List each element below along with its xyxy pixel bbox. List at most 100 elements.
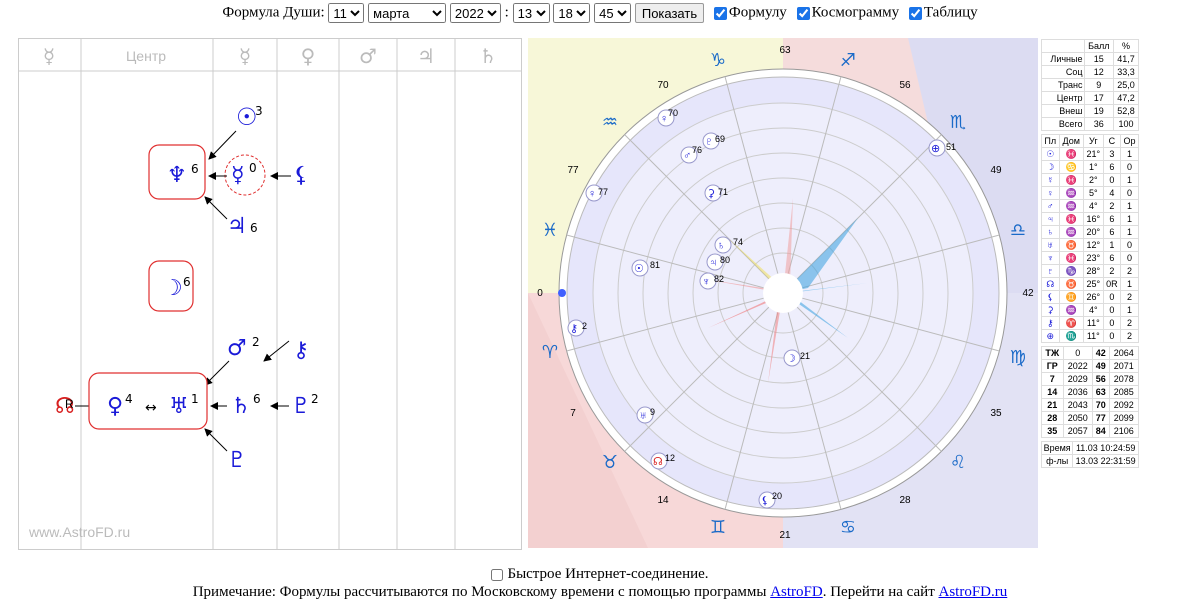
moon-icon: ☽ xyxy=(163,276,183,301)
planet-label-2: 2 xyxy=(582,321,587,331)
table-row: Время 11.03 10:24:59 xyxy=(1040,441,1139,455)
planet-label-70: 70 xyxy=(668,108,678,118)
astrofd-site-link[interactable]: AstroFD.ru xyxy=(939,584,1008,600)
uranus-number: 1 xyxy=(191,392,199,406)
formula-checkbox-label: Формулу xyxy=(728,4,787,21)
saturn-column-icon: ♄ xyxy=(479,44,497,68)
node-chart-icon: ☊ xyxy=(653,456,663,468)
table-row: ♆ ♓ 23° 6 0 xyxy=(1041,251,1139,265)
neptune-number: 6 xyxy=(191,162,199,176)
column-header-row xyxy=(19,39,521,549)
watermark: www.AstroFD.ru xyxy=(28,524,130,540)
table-row: ☉ ♓ 21° 3 1 xyxy=(1041,147,1139,161)
minute-select[interactable]: 18 xyxy=(553,3,591,23)
table-row: ♂ ♒ 4° 2 1 xyxy=(1041,199,1139,213)
note-text: Примечание: Формулы рассчитываются по Мо… xyxy=(192,584,771,600)
formula-checkbox[interactable] xyxy=(713,6,727,20)
mars-icon: ♂ xyxy=(227,336,247,361)
planet-label-21: 21 xyxy=(800,351,810,361)
degree-label-28: 28 xyxy=(899,495,911,506)
table-row: ♃ ♓ 16° 6 1 xyxy=(1041,212,1139,226)
sun-chart-icon: ☉ xyxy=(634,263,644,275)
saturn-number: 6 xyxy=(253,392,261,406)
cosmogram-checkbox[interactable] xyxy=(796,6,810,20)
degree-label-49: 49 xyxy=(990,165,1002,176)
planet-label-51: 51 xyxy=(946,142,956,152)
chiron-icon: ⚷ xyxy=(293,338,309,363)
planet-label-71: 71 xyxy=(718,187,728,197)
soul-formula-panel: ☿ Центр ☿ ♀ ♂ ♃ ♄ ☉ 3 ♆ 6 ☿ 0 ⚸ ♃ 6 ☽ 6 … xyxy=(18,38,522,550)
chiron-chart-icon: ⚷ xyxy=(570,323,578,335)
table-row: ⊕ ♏ 11° 0 2 xyxy=(1041,329,1139,343)
gemini-icon: ♊ xyxy=(710,517,726,538)
jupiter-chart-icon: ♃ xyxy=(709,257,717,269)
leo-icon: ♌ xyxy=(950,452,966,473)
table-row: 35 2057 84 2106 xyxy=(1041,424,1140,438)
node-retrograde: R xyxy=(65,397,74,411)
planet-label-9: 9 xyxy=(650,407,655,417)
planet-label-69: 69 xyxy=(715,134,725,144)
lilith-chart-icon: ⚸ xyxy=(761,495,769,507)
planet-label-12: 12 xyxy=(665,453,675,463)
table-row: ♅ ♉ 12° 1 0 xyxy=(1041,238,1139,252)
fast-connection-checkbox[interactable] xyxy=(491,568,504,581)
pluto-icon-2: ♇ xyxy=(227,448,247,473)
table-row: ♀ ♒ 5° 4 0 xyxy=(1041,186,1139,200)
planet-label-77: 77 xyxy=(598,187,608,197)
uranus-chart-icon: ♅ xyxy=(639,410,647,422)
score-table: Балл% Личные 15 41,7 Соц 12 33,3 Транс 9 25,0 … xyxy=(1041,39,1139,131)
degree-label-63: 63 xyxy=(779,45,791,56)
table-row: Внеш 19 52,8 xyxy=(1041,104,1139,118)
fast-connection-row: Быстрое Интернет-соединение. xyxy=(0,566,1200,583)
scorpio-icon: ♏ xyxy=(950,112,966,133)
planet-table: Пл Дом Уг С Ор ☉ ♓ 21° 3 1 ☽ ♋ 1° 6 0 ☿ ♓ 2° 0 1 ♀ ♒ 5° 4 0 ♂ ♒ 4° 2… xyxy=(1041,134,1139,343)
show-button[interactable]: Показать xyxy=(634,3,705,23)
saturn-chart-icon: ♄ xyxy=(717,240,725,252)
table-row: ♇ ♑ 28° 2 2 xyxy=(1041,264,1139,278)
table-row: 14 2036 63 2085 xyxy=(1041,385,1140,399)
moon-number: 6 xyxy=(183,275,191,289)
mercury-icon: ☿ xyxy=(231,163,245,188)
aries-icon: ♈ xyxy=(542,342,558,363)
libra-icon: ♎ xyxy=(1010,220,1026,241)
mercury-column-icon-2: ☿ xyxy=(239,44,251,68)
table-row: ☽ ♋ 1° 6 0 xyxy=(1041,160,1139,174)
jupiter-number: 6 xyxy=(250,221,258,235)
cosmogram-checkbox-label: Космограмму xyxy=(811,4,900,21)
time-table: Время 11.03 10:24:59 ф-лы 13.03 22:31:59 xyxy=(1040,441,1139,468)
second-select[interactable]: 45 xyxy=(594,3,632,23)
table-row: ф-лы 13.03 22:31:59 xyxy=(1040,454,1139,468)
table-row: ♄ ♒ 20° 6 1 xyxy=(1041,225,1139,239)
degree-label-42: 42 xyxy=(1022,288,1034,299)
pisces-icon: ♓ xyxy=(542,220,558,241)
planet-label-76: 76 xyxy=(692,145,702,155)
table-row: ⚸ ♊ 26° 0 2 xyxy=(1041,290,1139,304)
vesta-chart-icon: ⚳ xyxy=(707,188,715,200)
venus-number: 4 xyxy=(125,392,133,406)
control-bar: Формула Души: 11 марта 2022 : 13 18 45 П… xyxy=(0,3,1200,23)
degree-label-7: 7 xyxy=(570,408,576,419)
table-row: Соц 12 33,3 xyxy=(1041,65,1139,79)
astrofd-link[interactable]: AstroFD xyxy=(770,584,823,600)
uranus-icon: ♅ xyxy=(169,394,189,419)
center-column-header: Центр xyxy=(126,48,166,64)
year-select[interactable]: 2022 xyxy=(449,3,501,23)
saturn-icon: ♄ xyxy=(231,394,251,419)
start-marker xyxy=(558,289,566,297)
table-checkbox[interactable] xyxy=(908,6,922,20)
table-row: ⚷ ♈ 11° 0 2 xyxy=(1041,316,1139,330)
degree-label-14: 14 xyxy=(657,495,669,506)
month-select[interactable]: марта xyxy=(368,3,447,23)
mars-chart-icon: ♂ xyxy=(683,150,691,162)
table-row: Всего 36 100 xyxy=(1041,117,1139,131)
degree-label-21: 21 xyxy=(779,530,791,541)
taurus-icon: ♉ xyxy=(602,452,618,473)
planet-label-81: 81 xyxy=(650,260,660,270)
capricorn-icon: ♑ xyxy=(710,50,726,71)
table-row: Центр 17 47,2 xyxy=(1041,91,1139,105)
sagittarius-icon: ♐ xyxy=(840,50,856,71)
degree-label-35: 35 xyxy=(990,408,1002,419)
hour-select[interactable]: 13 xyxy=(512,3,550,23)
day-select[interactable]: 11 xyxy=(328,3,365,23)
mercury-number: 0 xyxy=(249,161,257,175)
